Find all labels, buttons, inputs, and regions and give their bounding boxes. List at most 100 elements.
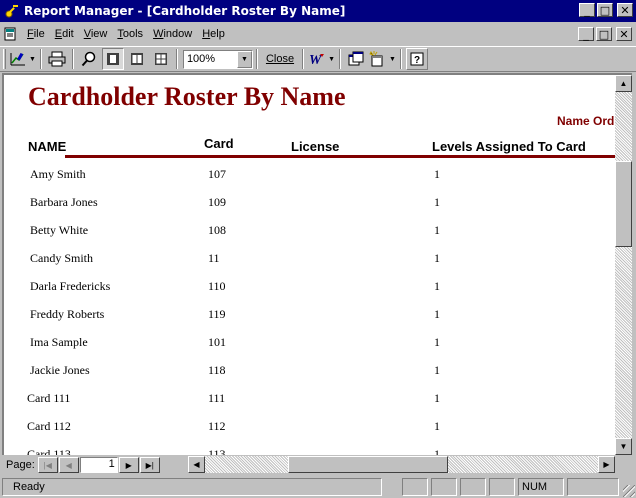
database-window-button[interactable] xyxy=(345,48,367,70)
two-pages-button[interactable] xyxy=(126,48,148,70)
first-page-button[interactable]: |◀ xyxy=(37,457,58,473)
maximize-icon: □ xyxy=(599,3,611,17)
print-button[interactable] xyxy=(46,48,68,70)
scroll-left-button[interactable]: ◀ xyxy=(188,456,205,473)
table-row: Ima Sample 101 1 xyxy=(4,335,615,363)
title-bar: Report Manager - [Cardholder Roster By N… xyxy=(0,0,636,22)
horizontal-scrollbar[interactable]: ◀ ▶ xyxy=(188,456,615,473)
doc-minimize-button[interactable]: _ xyxy=(578,27,594,41)
cell-name: Jackie Jones xyxy=(30,363,90,377)
zoom-button[interactable] xyxy=(78,48,100,70)
table-row: Betty White 108 1 xyxy=(4,223,615,251)
close-preview-button[interactable]: Close xyxy=(262,48,298,70)
minimize-button[interactable]: _ xyxy=(579,3,595,17)
cell-card: 119 xyxy=(208,307,226,321)
cell-levels: 1 xyxy=(434,391,440,405)
cell-levels: 1 xyxy=(434,223,440,237)
cell-levels: 1 xyxy=(434,363,440,377)
horizontal-scroll-thumb[interactable] xyxy=(288,456,448,473)
cell-name: Barbara Jones xyxy=(30,195,98,209)
report-viewport: Cardholder Roster By Name Name Ord NAME … xyxy=(2,73,632,455)
status-panel xyxy=(567,478,619,496)
vertical-scroll-thumb[interactable] xyxy=(615,161,632,247)
chart-pen-icon xyxy=(10,52,25,66)
status-panel xyxy=(431,478,457,496)
new-object-button[interactable]: ▼ xyxy=(369,48,396,70)
close-window-button[interactable]: ✕ xyxy=(617,3,633,17)
status-panel xyxy=(402,478,428,496)
menu-view[interactable]: View xyxy=(79,28,113,40)
cell-card: 110 xyxy=(208,279,226,293)
help-button[interactable]: ? xyxy=(405,48,428,70)
chevron-down-icon[interactable]: ▼ xyxy=(236,50,252,68)
chevron-down-icon: ▼ xyxy=(29,55,36,63)
cell-name: Freddy Roberts xyxy=(30,307,105,321)
cell-name: Candy Smith xyxy=(30,251,94,265)
last-page-icon: ▶| xyxy=(145,460,154,470)
two-pages-icon xyxy=(130,53,143,65)
status-panel xyxy=(460,478,486,496)
report-title: Cardholder Roster By Name xyxy=(28,82,346,111)
cell-card: 101 xyxy=(208,335,226,349)
menu-tools[interactable]: Tools xyxy=(112,28,148,40)
minimize-icon: _ xyxy=(583,27,589,41)
menu-bar: File Edit View Tools Window Help _ □ ✕ xyxy=(0,23,636,45)
cell-name: Card 111 xyxy=(27,391,71,405)
vertical-scrollbar[interactable]: ▲ ▼ xyxy=(615,75,632,455)
cell-levels: 1 xyxy=(434,279,440,293)
menu-edit[interactable]: Edit xyxy=(50,28,79,40)
page-number-input[interactable]: 1 xyxy=(79,457,118,473)
cell-card: 107 xyxy=(208,167,226,181)
one-page-button[interactable] xyxy=(101,48,124,70)
cell-levels: 1 xyxy=(434,167,440,181)
cell-levels: 1 xyxy=(434,335,440,349)
cell-name: Betty White xyxy=(30,223,89,237)
table-row: Card 112 112 1 xyxy=(4,419,615,447)
cell-name: Ima Sample xyxy=(30,335,88,349)
table-row: Barbara Jones 109 1 xyxy=(4,195,615,223)
table-row: Amy Smith 107 1 xyxy=(4,167,615,195)
multiple-pages-button[interactable] xyxy=(150,48,172,70)
key-app-icon[interactable] xyxy=(4,3,20,19)
arrow-right-icon: ▶ xyxy=(603,460,610,469)
cell-name: Darla Fredericks xyxy=(30,279,111,293)
magnifier-icon xyxy=(81,51,96,67)
cell-card: 11 xyxy=(208,251,220,265)
scroll-right-button[interactable]: ▶ xyxy=(598,456,615,473)
previous-page-button[interactable]: ◀ xyxy=(58,457,79,473)
menu-help[interactable]: Help xyxy=(197,28,230,40)
status-text: Ready xyxy=(2,478,382,496)
help-icon: ? xyxy=(410,52,424,66)
scroll-down-button[interactable]: ▼ xyxy=(615,438,632,455)
close-icon: ✕ xyxy=(620,3,630,17)
chevron-down-icon: ▼ xyxy=(328,55,335,63)
word-icon: W xyxy=(309,53,325,67)
window-title: Report Manager - [Cardholder Roster By N… xyxy=(24,4,346,18)
doc-restore-button[interactable]: □ xyxy=(596,27,612,41)
menu-window[interactable]: Window xyxy=(148,28,197,40)
header-rule xyxy=(65,155,615,158)
chart-wizard-button[interactable]: ▼ xyxy=(9,48,36,70)
scroll-up-button[interactable]: ▲ xyxy=(615,75,632,92)
zoom-select[interactable]: 100% ▼ xyxy=(182,49,253,69)
cell-levels: 1 xyxy=(434,447,440,455)
toolbar-grip[interactable] xyxy=(3,49,6,69)
last-page-button[interactable]: ▶| xyxy=(139,457,160,473)
first-page-icon: |◀ xyxy=(43,460,52,470)
column-header-card: Card xyxy=(204,136,234,151)
arrow-down-icon: ▼ xyxy=(619,442,628,451)
close-icon: ✕ xyxy=(619,27,629,41)
word-export-button[interactable]: W ▼ xyxy=(308,48,335,70)
cell-name: Card 113 xyxy=(27,447,71,455)
column-header-name: NAME xyxy=(28,139,67,154)
document-icon[interactable] xyxy=(2,26,18,42)
next-page-button[interactable]: ▶ xyxy=(118,457,139,473)
zoom-value: 100% xyxy=(186,53,216,65)
doc-close-button[interactable]: ✕ xyxy=(616,27,632,41)
table-row: Card 113 113 1 xyxy=(4,447,615,455)
cell-levels: 1 xyxy=(434,307,440,321)
menu-file[interactable]: File xyxy=(22,28,50,40)
chevron-down-icon: ▼ xyxy=(389,55,396,63)
maximize-button[interactable]: □ xyxy=(597,3,613,17)
resize-grip[interactable] xyxy=(623,485,635,497)
